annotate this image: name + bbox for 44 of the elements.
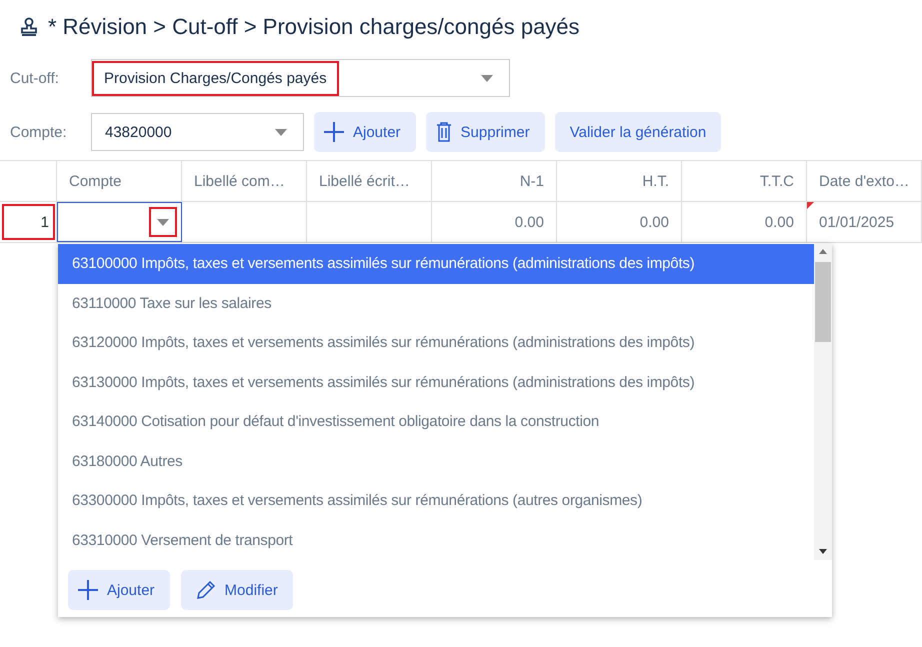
toolbar-button[interactable]: Valider la génération xyxy=(554,112,722,152)
cutoff-select[interactable]: Provision Charges/Congés payés xyxy=(91,59,510,97)
caret-icon xyxy=(481,74,493,82)
dropdown-option[interactable]: 63120000 Impôts, taxes et versements assimilés sur rémunérations (administrations des impôts) xyxy=(58,323,814,362)
pencil-icon xyxy=(196,580,216,600)
scroll-up-icon[interactable] xyxy=(819,249,827,254)
stamp-icon xyxy=(20,17,38,37)
column-header[interactable]: T.T.C xyxy=(682,161,807,201)
dropdown-button[interactable]: Ajouter xyxy=(68,570,170,610)
dropdown-option[interactable]: 63130000 Impôts, taxes et versements assimilés sur rémunérations (administrations des impôts) xyxy=(58,362,814,402)
page-title: * Révision > Cut-off > Provision charges/congés payés xyxy=(48,14,580,40)
column-header[interactable]: H.T. xyxy=(557,161,682,201)
dropdown-option[interactable]: 63110000 Taxe sur les salaires xyxy=(58,284,814,323)
trash-icon xyxy=(436,122,452,142)
compte-label: Compte: xyxy=(10,124,68,140)
table-cell: 0.00 xyxy=(764,214,794,230)
table-cell: 0.00 xyxy=(640,214,669,230)
compte-select[interactable]: 43820000 xyxy=(91,113,304,151)
toolbar-button[interactable]: Ajouter xyxy=(314,112,416,152)
account-input[interactable] xyxy=(57,202,182,242)
cutoff-label: Cut-off: xyxy=(10,70,60,86)
dropdown-option[interactable]: 63140000 Cotisation pour défaut d'investissement obligatoire dans la construction xyxy=(58,402,814,442)
table-cell: 0.00 xyxy=(514,214,544,230)
dropdown-option[interactable]: 63180000 Autres xyxy=(58,442,814,481)
column-header[interactable]: Date d'exto… xyxy=(807,161,922,201)
plus-icon xyxy=(324,122,344,142)
comment-marker xyxy=(807,202,814,209)
column-header[interactable]: Compte xyxy=(57,161,182,201)
column-header[interactable]: N-1 xyxy=(432,161,557,201)
row-number: 1 xyxy=(2,204,55,240)
dropdown-option[interactable]: 63300000 Impôts, taxes et versements assimilés sur rémunérations (autres organismes) xyxy=(58,481,814,520)
caret-icon xyxy=(275,128,287,136)
plus-icon xyxy=(78,580,98,600)
column-header[interactable]: Libellé com… xyxy=(182,161,307,201)
dropdown-option[interactable]: 63100000 Impôts, taxes et versements assimilés sur rémunérations (administrations des impôts) xyxy=(58,244,814,284)
toolbar-button[interactable]: Supprimer xyxy=(426,112,545,152)
dropdown-button[interactable]: Modifier xyxy=(180,570,293,610)
scrollbar[interactable] xyxy=(814,243,832,560)
scroll-down-icon[interactable] xyxy=(819,549,827,554)
table-cell: 01/01/2025 xyxy=(819,214,894,230)
scrollbar-thumb[interactable] xyxy=(815,262,831,342)
column-header[interactable]: Libellé écrit… xyxy=(307,161,432,201)
dropdown-option[interactable]: 63310000 Versement de transport xyxy=(58,520,814,560)
caret-icon xyxy=(157,218,169,226)
